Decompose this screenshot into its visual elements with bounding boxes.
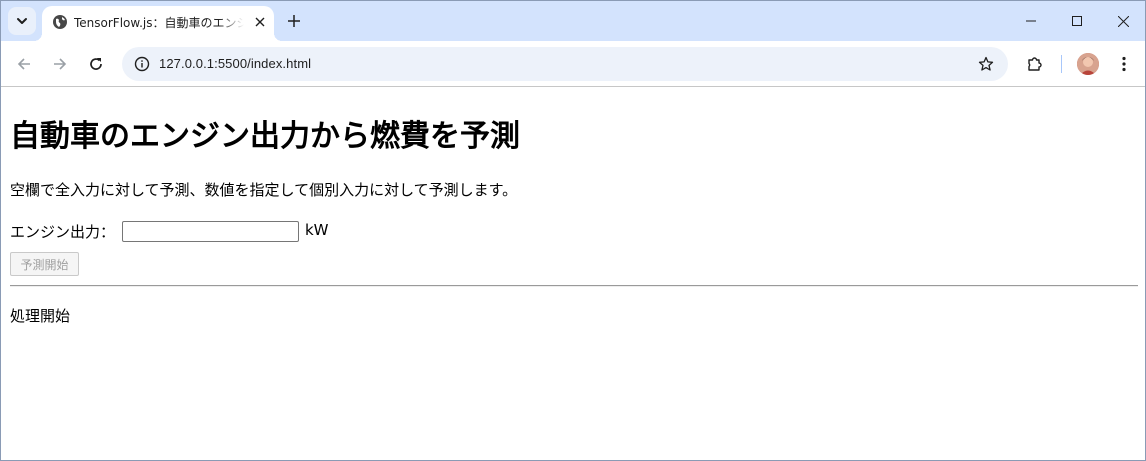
back-button[interactable] bbox=[10, 50, 38, 78]
bookmark-button[interactable] bbox=[974, 52, 998, 76]
new-tab-button[interactable] bbox=[282, 9, 306, 33]
info-icon bbox=[134, 56, 150, 72]
tab-title: TensorFlow.js：自動車のエンジン出力から燃費を予測 bbox=[74, 16, 244, 30]
browser-toolbar: 127.0.0.1:5500/index.html bbox=[1, 41, 1145, 87]
predict-start-button[interactable]: 予測開始 bbox=[10, 252, 79, 276]
tab-search-button[interactable] bbox=[8, 7, 36, 35]
reload-button[interactable] bbox=[82, 50, 110, 78]
close-icon bbox=[255, 17, 265, 27]
site-info-button[interactable] bbox=[130, 52, 154, 76]
unit-label: kW bbox=[305, 221, 329, 239]
tab-strip: TensorFlow.js：自動車のエンジン出力から燃費を予測 bbox=[1, 1, 1145, 41]
status-text: 処理開始 bbox=[10, 307, 71, 325]
forward-button[interactable] bbox=[46, 50, 74, 78]
puzzle-icon bbox=[1028, 57, 1042, 71]
extensions-button[interactable] bbox=[1021, 50, 1049, 78]
maximize-button[interactable] bbox=[1054, 1, 1100, 41]
divider bbox=[10, 285, 1138, 287]
page-title: 自動車のエンジン出力から燃費を予測 bbox=[10, 119, 520, 154]
browser-window: TensorFlow.js：自動車のエンジン出力から燃費を予測 bbox=[0, 0, 1146, 461]
page-content: 自動車のエンジン出力から燃費を予測 空欄で全入力に対して予測、数値を指定して個別… bbox=[1, 88, 1145, 460]
close-window-button[interactable] bbox=[1100, 1, 1145, 41]
toolbar-separator bbox=[1061, 55, 1062, 73]
arrow-right-icon bbox=[54, 58, 67, 70]
profile-avatar[interactable] bbox=[1077, 53, 1099, 75]
minimize-icon bbox=[1026, 20, 1036, 22]
url-text: 127.0.0.1:5500/index.html bbox=[159, 56, 312, 71]
plus-icon bbox=[288, 15, 300, 27]
star-icon bbox=[978, 56, 994, 71]
engine-output-label: エンジン出力： bbox=[10, 223, 116, 241]
avatar bbox=[1077, 53, 1099, 75]
arrow-left-icon bbox=[17, 58, 30, 70]
more-vertical-icon bbox=[1122, 56, 1126, 72]
browser-menu-button[interactable] bbox=[1110, 50, 1138, 78]
minimize-button[interactable] bbox=[1008, 1, 1054, 41]
address-bar[interactable]: 127.0.0.1:5500/index.html bbox=[122, 47, 1008, 81]
close-icon bbox=[1117, 15, 1129, 27]
reload-icon bbox=[90, 58, 102, 70]
page-description: 空欄で全入力に対して予測、数値を指定して個別入力に対して予測します。 bbox=[10, 181, 518, 199]
tab-active[interactable]: TensorFlow.js：自動車のエンジン出力から燃費を予測 bbox=[34, 6, 282, 41]
chevron-down-icon bbox=[17, 18, 27, 24]
engine-output-input[interactable] bbox=[122, 221, 299, 242]
globe-icon bbox=[53, 15, 67, 29]
tab-close-button[interactable] bbox=[251, 13, 269, 31]
maximize-icon bbox=[1072, 16, 1082, 26]
